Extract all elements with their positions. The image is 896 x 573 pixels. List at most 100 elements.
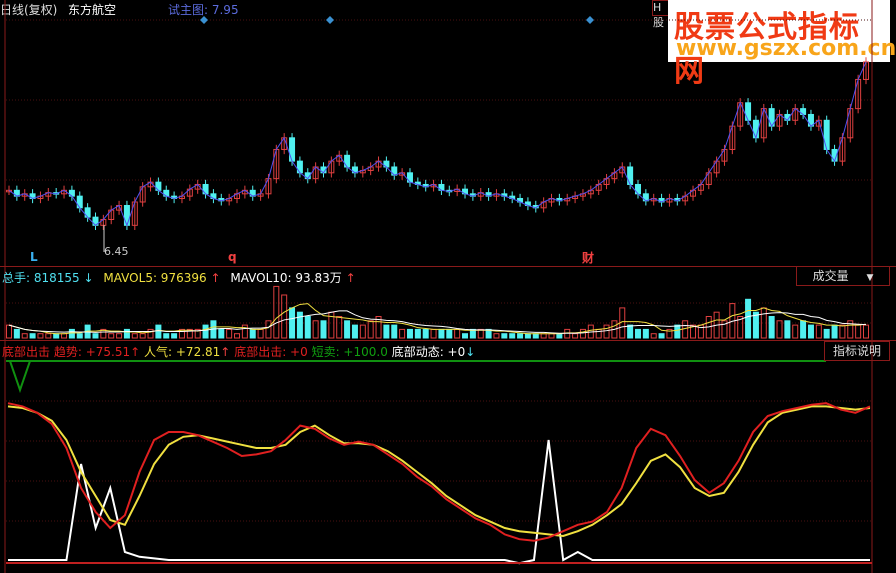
volume-bar bbox=[815, 324, 822, 339]
candle bbox=[823, 119, 830, 150]
volume-bar bbox=[304, 316, 311, 339]
volume-bar bbox=[517, 333, 524, 339]
volume-bar bbox=[792, 324, 799, 339]
volume-bar bbox=[540, 333, 547, 339]
event-diamond-icon bbox=[586, 16, 594, 24]
volume-bar bbox=[524, 333, 531, 339]
volume-bar bbox=[414, 328, 421, 339]
volume-bar bbox=[131, 333, 138, 339]
volume-bar bbox=[226, 328, 233, 339]
event-diamond-icon bbox=[326, 16, 334, 24]
indicator-panel-border bbox=[0, 340, 896, 341]
low-price-label: 6.45 bbox=[104, 245, 129, 258]
volume-bar bbox=[139, 333, 146, 339]
volume-bar bbox=[257, 328, 264, 339]
volume-bar bbox=[855, 324, 862, 339]
volume-bar bbox=[603, 324, 610, 339]
volume-bar bbox=[399, 328, 406, 339]
volume-bar bbox=[21, 333, 28, 339]
volume-bar bbox=[76, 333, 83, 339]
volume-bar bbox=[493, 333, 500, 339]
marker-finance: 财 bbox=[582, 251, 595, 265]
volume-bar bbox=[745, 298, 752, 339]
chart-canvas[interactable] bbox=[0, 0, 896, 573]
marker-q: q bbox=[228, 250, 237, 264]
caret-down-icon: ▼ bbox=[866, 273, 874, 283]
price-line bbox=[8, 61, 867, 227]
bottom-attack-value: 底部出击: +0 bbox=[234, 345, 308, 359]
volume-bar bbox=[116, 333, 123, 339]
indicator-help-button[interactable]: 指标说明 bbox=[824, 341, 890, 361]
volume-bar bbox=[147, 328, 154, 339]
volume-bar bbox=[53, 333, 60, 339]
volume-bar bbox=[548, 333, 555, 339]
volume-bar bbox=[634, 328, 641, 339]
volume-bar bbox=[351, 324, 358, 339]
volume-bar bbox=[171, 333, 178, 339]
volume-bar bbox=[807, 324, 814, 339]
volume-bar bbox=[391, 324, 398, 339]
volume-bar bbox=[509, 333, 516, 339]
volume-bar bbox=[650, 333, 657, 339]
volume-bar bbox=[383, 324, 390, 339]
volume-bar bbox=[6, 324, 12, 339]
candle bbox=[745, 102, 752, 121]
volume-bar bbox=[249, 328, 256, 339]
volume-bar bbox=[108, 333, 115, 339]
volume-bar bbox=[642, 328, 649, 339]
volume-bar bbox=[92, 333, 99, 339]
volume-bar bbox=[61, 333, 68, 339]
arrow-up-icon: ↑ bbox=[210, 271, 221, 285]
volume-bar bbox=[446, 328, 453, 339]
volume-bar bbox=[595, 328, 602, 339]
red-line bbox=[7, 402, 871, 542]
volume-bar bbox=[430, 328, 437, 339]
signal-spike bbox=[9, 360, 31, 394]
short-sell-value: 短卖: +100.0 bbox=[311, 345, 388, 359]
volume-bar bbox=[155, 324, 162, 339]
volume-bar bbox=[823, 328, 830, 339]
popularity-value: 人气: +72.81 bbox=[144, 345, 221, 359]
arrow-down-icon: ↓ bbox=[465, 345, 476, 359]
candle bbox=[123, 204, 130, 226]
indicator-header: 底部出击 趋势: +75.51↑ 人气: +72.81↑ 底部出击: +0 短卖… bbox=[2, 343, 475, 360]
volume-bar bbox=[336, 316, 343, 339]
volume-bar bbox=[658, 333, 665, 339]
selector-label: 成交量 bbox=[812, 269, 849, 283]
total-volume: 总手: 818155 bbox=[2, 271, 80, 285]
volume-bar bbox=[45, 333, 52, 339]
trend-value: 趋势: +75.51 bbox=[53, 345, 131, 359]
volume-bar bbox=[234, 333, 241, 339]
volume-bar bbox=[572, 333, 579, 339]
volume-bar bbox=[501, 333, 508, 339]
volume-bar bbox=[344, 320, 351, 339]
candle bbox=[289, 137, 296, 162]
volume-bar bbox=[863, 324, 869, 339]
candle bbox=[752, 119, 759, 139]
volume-bar bbox=[273, 285, 280, 339]
volume-bar bbox=[68, 328, 75, 339]
candle bbox=[627, 166, 634, 185]
volume-header: 总手: 818155 ↓ MAVOL5: 976396 ↑ MAVOL10: 9… bbox=[2, 269, 356, 286]
volume-bar bbox=[438, 328, 445, 339]
arrow-up-icon: ↑ bbox=[345, 271, 356, 285]
volume-bar bbox=[454, 328, 461, 339]
volume-bar bbox=[839, 324, 846, 339]
event-diamond-icon bbox=[200, 16, 208, 24]
mavol10: MAVOL10: 93.83万 bbox=[230, 271, 342, 285]
arrow-up-icon: ↑ bbox=[130, 345, 141, 359]
volume-bar bbox=[556, 333, 563, 339]
volume-bar bbox=[674, 324, 681, 339]
volume-bar bbox=[800, 320, 807, 339]
volume-bar bbox=[202, 324, 209, 339]
volume-bar bbox=[320, 320, 327, 339]
volume-bar bbox=[406, 328, 413, 339]
volume-indicator-selector[interactable]: 成交量 ▼ bbox=[796, 266, 890, 286]
volume-bar bbox=[359, 324, 366, 339]
volume-bar bbox=[532, 333, 539, 339]
volume-bar bbox=[422, 328, 429, 339]
yellow-line bbox=[7, 405, 871, 538]
volume-bar bbox=[123, 328, 130, 339]
arrow-down-icon: ↓ bbox=[83, 271, 94, 285]
volume-bar bbox=[579, 328, 586, 339]
